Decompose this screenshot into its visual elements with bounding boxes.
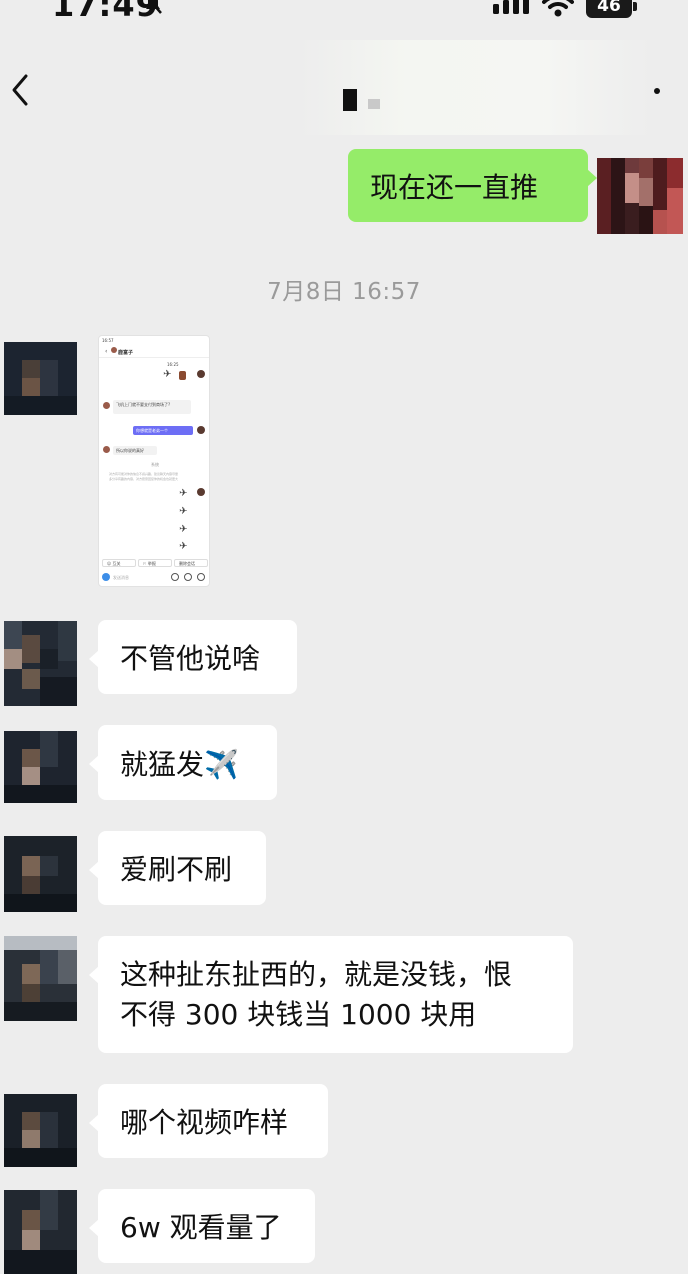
- thumb-voice-icon: [102, 573, 110, 581]
- cellular-signal-icon: [493, 0, 529, 14]
- thumb-btn-2-label: ⚐ 举报: [143, 561, 156, 566]
- back-arrow-icon[interactable]: [6, 70, 36, 110]
- thumb-header: 16:57 ‹ 鹿富子: [99, 336, 209, 358]
- message-text: 不管他说啥: [120, 642, 261, 675]
- contact-avatar[interactable]: [4, 1094, 77, 1167]
- message-text-line-2: 不得 300 块钱当 1000 块用: [120, 997, 477, 1031]
- thumb-date: 16:25: [167, 362, 179, 367]
- contact-message-bubble[interactable]: 6w 观看量了: [89, 1189, 315, 1263]
- my-message-bubble[interactable]: 现在还一直推: [348, 149, 597, 222]
- contact-message-bubble[interactable]: 爱刷不刷: [89, 831, 266, 905]
- my-avatar[interactable]: [597, 158, 683, 234]
- thumb-plane-icon-4: ✈: [179, 524, 188, 535]
- thumb-plane-icon-5: ✈: [179, 541, 188, 552]
- wifi-icon: [542, 0, 574, 17]
- status-bar: 17:49 46: [0, 0, 688, 40]
- header-glow: [300, 40, 650, 135]
- battery-icon: 46: [586, 0, 632, 18]
- thumb-btn-1-label: ☺ 互关: [107, 561, 121, 566]
- message-text: 6w 观看量了: [120, 1211, 282, 1244]
- contact-message-bubble[interactable]: 就猛发✈️: [89, 725, 277, 800]
- message-text: 就猛发✈️: [120, 747, 239, 781]
- thumb-title: 鹿富子: [118, 350, 134, 356]
- battery-tip: [633, 2, 637, 11]
- contact-message-bubble[interactable]: 哪个视频咋样: [89, 1084, 328, 1158]
- thumb-bubble-1: 飞机上门就不要支付到商场了?: [113, 400, 191, 414]
- message-text: 哪个视频咋样: [120, 1106, 289, 1139]
- contact-name-redacted: [343, 89, 357, 111]
- thumb-avatar-2: [103, 402, 110, 409]
- thumb-sys-note2: 多分享有趣的内容，对方愿意回复你的机会也就更大: [109, 477, 179, 481]
- contact-message-bubble[interactable]: 这种扯东扯西的，就是没钱，恨 不得 300 块钱当 1000 块用: [89, 936, 573, 1053]
- thumb-avatar-3: [103, 446, 110, 453]
- thumb-btn-1: ☺ 互关: [102, 559, 136, 567]
- thumb-avatar: [111, 347, 117, 353]
- thumb-input-placeholder: 发送消息: [113, 575, 129, 580]
- thumb-btn-3: 删除会话: [174, 559, 208, 567]
- thumb-plane-icon: ✈: [163, 369, 172, 380]
- network-label: 46: [597, 0, 621, 16]
- message-text-line-1: 这种扯东扯西的，就是没钱，恨: [120, 957, 513, 991]
- contact-avatar[interactable]: [4, 936, 77, 1021]
- contact-avatar[interactable]: [4, 836, 77, 912]
- thumb-msg3: 所以你说的真好: [116, 448, 144, 453]
- thumb-my-avatar-3: [197, 488, 205, 496]
- thumb-bubble-3: 所以你说的真好: [113, 446, 157, 455]
- thumb-plane-icon-3: ✈: [179, 506, 188, 517]
- contact-name-redacted-2: [368, 99, 380, 109]
- thumb-emoji-icon: [171, 573, 179, 581]
- contact-message-bubble[interactable]: 不管他说啥: [89, 620, 297, 694]
- mute-bell-icon: [146, 0, 162, 14]
- thumb-my-avatar: [197, 370, 205, 378]
- contact-avatar[interactable]: [4, 731, 77, 803]
- thumb-plus-icon: [197, 573, 205, 581]
- thumb-bubble-2: 你想就是老弟一个: [133, 426, 193, 435]
- thumb-sys-label: 系统: [151, 462, 159, 467]
- thumb-back-icon: ‹: [105, 348, 108, 355]
- chat-header: [0, 40, 688, 135]
- thumb-msg1: 飞机上门就不要支付到商场了?: [116, 402, 171, 407]
- contact-avatar[interactable]: [4, 342, 77, 415]
- thumb-gift-icon: [184, 573, 192, 581]
- message-text: 爱刷不刷: [120, 853, 233, 886]
- thumb-msg2: 你想就是老弟一个: [136, 428, 168, 433]
- contact-avatar[interactable]: [4, 1190, 77, 1274]
- chat-timestamp: 7月8日 16:57: [267, 279, 421, 305]
- thumb-plane-icon-2: ✈: [179, 488, 188, 499]
- thumb-btn-2: ⚐ 举报: [138, 559, 172, 567]
- thumb-sticker: [179, 371, 186, 380]
- thumb-btn-3-label: 删除会话: [179, 561, 195, 566]
- more-options-icon[interactable]: [654, 88, 660, 94]
- contact-avatar[interactable]: [4, 621, 77, 706]
- thumb-my-avatar-2: [197, 426, 205, 434]
- message-text: 现在还一直推: [370, 170, 539, 204]
- thumb-time: 16:57: [102, 338, 114, 343]
- screenshot-image-message[interactable]: 16:57 ‹ 鹿富子 16:25 ✈ 飞机上门就不要支付到商场了? 你想就是老…: [98, 335, 210, 587]
